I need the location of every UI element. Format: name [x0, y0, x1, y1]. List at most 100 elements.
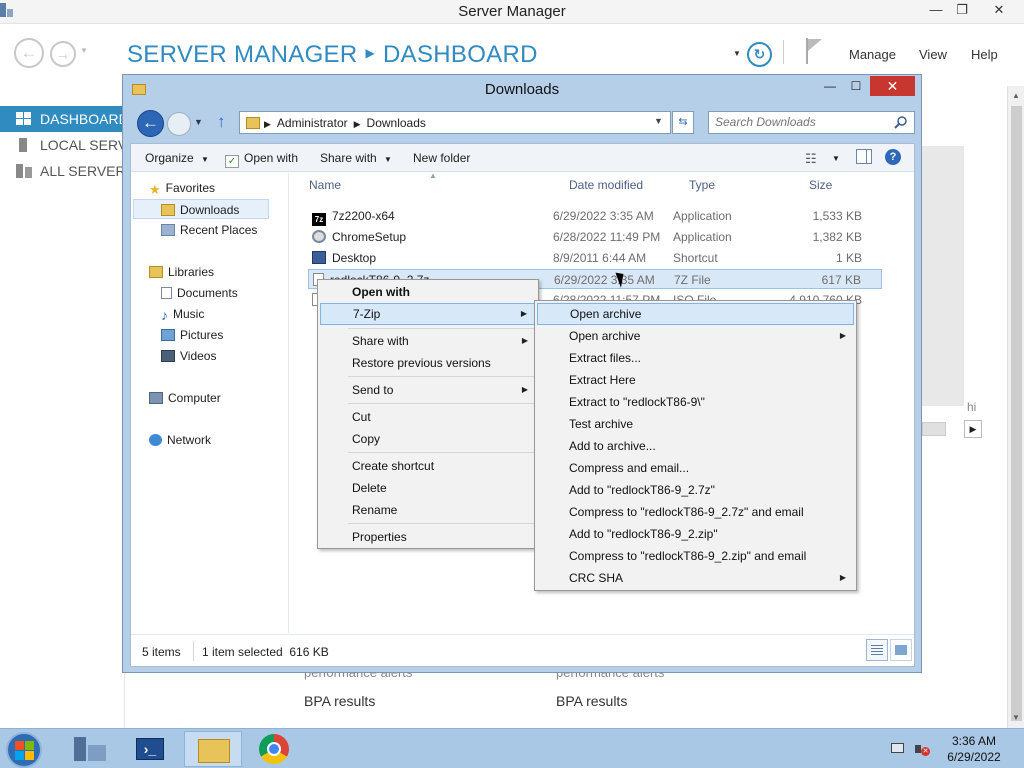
- menu-item-rename[interactable]: Rename: [320, 499, 536, 521]
- menu-item-7zip[interactable]: 7-Zip ▶: [320, 303, 536, 325]
- file-row[interactable]: Desktop 8/9/2011 6:44 AM Shortcut 1 KB: [308, 248, 882, 268]
- submenu-item-add-to-7z[interactable]: Add to "redlockT86-9_2.7z": [537, 479, 854, 501]
- address-segment-administrator[interactable]: Administrator: [277, 116, 348, 130]
- column-name[interactable]: Name: [309, 178, 341, 192]
- file-explorer-taskbar-icon[interactable]: [184, 731, 242, 767]
- explorer-minimize-button[interactable]: —: [820, 77, 840, 97]
- menu-item-copy[interactable]: Copy: [320, 428, 536, 450]
- menu-item-open-with[interactable]: Open with: [320, 281, 536, 303]
- nav-videos[interactable]: Videos: [161, 346, 216, 366]
- nav-documents[interactable]: Documents: [161, 283, 238, 303]
- submenu-item-extract-here[interactable]: Extract Here: [537, 369, 854, 391]
- nav-computer[interactable]: Computer: [149, 388, 221, 408]
- menu-item-share-with[interactable]: Share with ▶: [320, 330, 536, 352]
- column-size[interactable]: Size: [809, 178, 832, 192]
- star-icon: ★: [149, 182, 161, 197]
- nav-favorites[interactable]: ★ Favorites: [149, 178, 215, 198]
- preview-pane-icon[interactable]: [856, 149, 872, 164]
- submenu-item-open-archive-type[interactable]: Open archive ▶: [537, 325, 854, 347]
- search-input[interactable]: [715, 115, 885, 129]
- view-dropdown-icon[interactable]: ▼: [832, 154, 840, 163]
- new-folder-button[interactable]: New folder: [413, 151, 470, 165]
- forward-button[interactable]: [167, 112, 191, 136]
- up-arrow-icon[interactable]: ↑: [217, 112, 226, 132]
- submenu-item-compress-to-zip-email[interactable]: Compress to "redlockT86-9_2.zip" and ema…: [537, 545, 854, 567]
- start-button[interactable]: [6, 732, 42, 768]
- scroll-up-arrow-icon[interactable]: ▲: [1008, 88, 1024, 104]
- address-folder-icon: [246, 117, 260, 129]
- search-icon[interactable]: [894, 115, 908, 129]
- recent-locations-dropdown-icon[interactable]: ▼: [194, 117, 203, 127]
- column-type[interactable]: Type: [689, 178, 715, 192]
- submenu-item-compress-and-email[interactable]: Compress and email...: [537, 457, 854, 479]
- address-bar[interactable]: ▶ Administrator ▶ Downloads ▼: [239, 111, 671, 134]
- forward-arrow-icon[interactable]: →: [50, 41, 76, 67]
- nav-network[interactable]: Network: [149, 430, 211, 450]
- submenu-item-extract-files[interactable]: Extract files...: [537, 347, 854, 369]
- file-row[interactable]: ChromeSetup 6/28/2022 11:49 PM Applicati…: [308, 227, 882, 247]
- address-dropdown-icon[interactable]: ▼: [654, 116, 663, 126]
- explorer-close-button[interactable]: ✕: [870, 76, 915, 96]
- open-with-button[interactable]: ✓ Open with: [225, 151, 298, 168]
- notifications-flag-icon[interactable]: [806, 38, 822, 64]
- checkmark-icon: ✓: [225, 155, 239, 168]
- server-manager-taskbar-icon[interactable]: [60, 731, 118, 767]
- refresh-dropdown-icon[interactable]: ▼: [733, 49, 741, 58]
- file-row[interactable]: 7z 7z2200-x64 6/29/2022 3:35 AM Applicati…: [308, 206, 882, 226]
- manage-menu[interactable]: Manage: [849, 47, 896, 62]
- large-icons-view-icon[interactable]: [890, 639, 912, 661]
- explorer-maximize-button[interactable]: ☐: [846, 77, 866, 97]
- volume-muted-icon[interactable]: ✕: [914, 741, 930, 757]
- network-tray-icon[interactable]: [890, 741, 906, 757]
- nav-music[interactable]: ♪ Music: [161, 304, 204, 324]
- nav-libraries[interactable]: Libraries: [149, 262, 214, 282]
- scrollbar-thumb[interactable]: [1011, 106, 1022, 721]
- menu-item-create-shortcut[interactable]: Create shortcut: [320, 455, 536, 477]
- refresh-icon[interactable]: ⇆: [672, 111, 694, 134]
- bpa-results-link[interactable]: BPA results: [304, 693, 375, 709]
- nav-pictures[interactable]: Pictures: [161, 325, 223, 345]
- chrome-taskbar-icon[interactable]: [246, 731, 304, 767]
- sidebar-item-all-servers[interactable]: ALL SERVERS: [0, 158, 124, 184]
- server-manager-window-title: Server Manager: [458, 3, 566, 20]
- menu-item-cut[interactable]: Cut: [320, 406, 536, 428]
- scroll-down-arrow-icon[interactable]: ▼: [1008, 710, 1024, 726]
- sidebar-item-local-server[interactable]: LOCAL SERVER: [0, 132, 124, 158]
- menu-item-delete[interactable]: Delete: [320, 477, 536, 499]
- submenu-item-extract-to-folder[interactable]: Extract to "redlockT86-9\": [537, 391, 854, 413]
- search-box[interactable]: [708, 111, 915, 134]
- history-dropdown-icon[interactable]: ▼: [80, 46, 88, 55]
- close-button[interactable]: ✕: [982, 0, 1016, 22]
- help-menu[interactable]: Help: [971, 47, 998, 62]
- submenu-item-open-archive[interactable]: Open archive: [537, 303, 854, 325]
- back-button[interactable]: ←: [137, 110, 164, 137]
- submenu-item-add-to-archive[interactable]: Add to archive...: [537, 435, 854, 457]
- back-arrow-icon[interactable]: ←: [14, 38, 44, 68]
- menu-item-restore-previous-versions[interactable]: Restore previous versions: [320, 352, 536, 374]
- clock[interactable]: 3:36 AM 6/29/2022: [944, 733, 1004, 765]
- menu-item-send-to[interactable]: Send to ▶: [320, 379, 536, 401]
- nav-downloads[interactable]: Downloads: [133, 199, 269, 219]
- refresh-icon[interactable]: ↻: [747, 42, 772, 67]
- view-menu[interactable]: View: [919, 47, 947, 62]
- address-segment-downloads[interactable]: Downloads: [367, 116, 426, 130]
- nav-recent-places[interactable]: Recent Places: [161, 220, 257, 240]
- submenu-item-crc-sha[interactable]: CRC SHA ▶: [537, 567, 854, 589]
- help-icon[interactable]: ?: [885, 149, 901, 165]
- organize-button[interactable]: Organize ▼: [145, 151, 209, 165]
- main-vertical-scrollbar[interactable]: ▲ ▼: [1007, 86, 1024, 728]
- menu-item-properties[interactable]: Properties: [320, 526, 536, 548]
- share-with-button[interactable]: Share with ▼: [320, 151, 392, 165]
- submenu-item-test-archive[interactable]: Test archive: [537, 413, 854, 435]
- bpa-results-link[interactable]: BPA results: [556, 693, 627, 709]
- powershell-taskbar-icon[interactable]: ›_: [121, 731, 179, 767]
- dashboard-horizontal-scrollbar[interactable]: ▶: [922, 420, 982, 438]
- submenu-item-add-to-zip[interactable]: Add to "redlockT86-9_2.zip": [537, 523, 854, 545]
- column-date-modified[interactable]: Date modified: [569, 178, 643, 192]
- details-view-icon[interactable]: [866, 639, 888, 661]
- sidebar-item-dashboard[interactable]: DASHBOARD: [0, 106, 124, 132]
- scroll-right-arrow-icon[interactable]: ▶: [964, 420, 982, 438]
- restore-button[interactable]: ❐: [945, 0, 979, 22]
- view-options-icon[interactable]: ☷: [805, 151, 817, 167]
- submenu-item-compress-to-7z-email[interactable]: Compress to "redlockT86-9_2.7z" and emai…: [537, 501, 854, 523]
